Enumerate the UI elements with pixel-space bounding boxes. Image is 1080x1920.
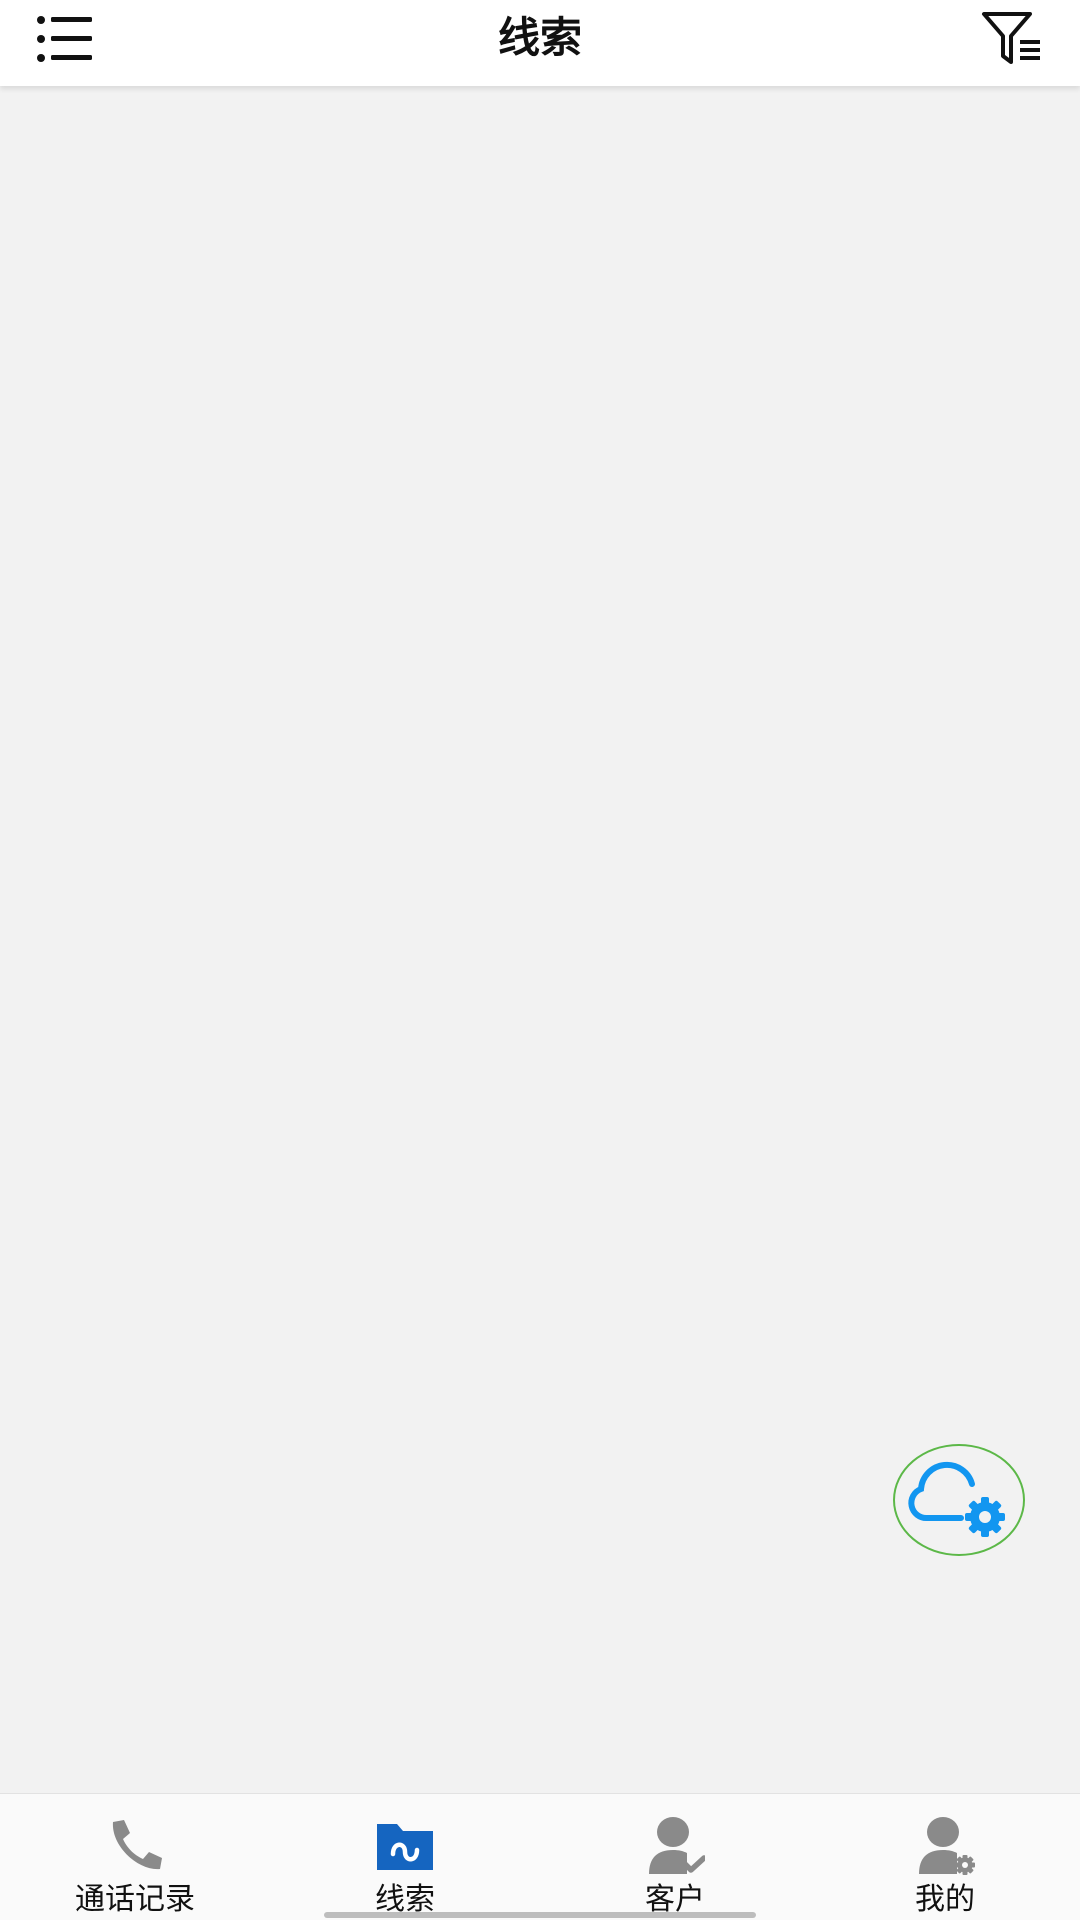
nav-label: 通话记录 <box>75 1882 195 1917</box>
nav-item-call-log[interactable]: 通话记录 <box>0 1794 270 1920</box>
cloud-settings-button[interactable] <box>893 1444 1025 1556</box>
nav-item-customers[interactable]: 客户 <box>540 1794 810 1920</box>
nav-item-mine[interactable]: 我的 <box>810 1794 1080 1920</box>
filter-button[interactable] <box>980 10 1046 66</box>
folder-wave-icon <box>377 1824 433 1870</box>
filter-list-icon <box>982 12 1040 64</box>
phone-icon <box>112 1820 162 1870</box>
nav-label: 我的 <box>915 1882 975 1917</box>
menu-button[interactable] <box>36 12 96 66</box>
app-root: 线索 通话记录 线索 客户 我的 <box>0 0 1080 1920</box>
bottom-nav: 通话记录 线索 客户 我的 <box>0 1793 1080 1920</box>
page-title: 线索 <box>497 13 582 62</box>
user-check-icon <box>649 1817 705 1874</box>
cloud-settings-icon <box>908 1461 1005 1537</box>
nav-item-clues[interactable]: 线索 <box>270 1794 540 1920</box>
list-menu-icon <box>37 16 92 62</box>
home-indicator[interactable] <box>324 1912 756 1918</box>
top-header: 线索 <box>0 0 1080 86</box>
user-settings-icon <box>919 1817 975 1875</box>
